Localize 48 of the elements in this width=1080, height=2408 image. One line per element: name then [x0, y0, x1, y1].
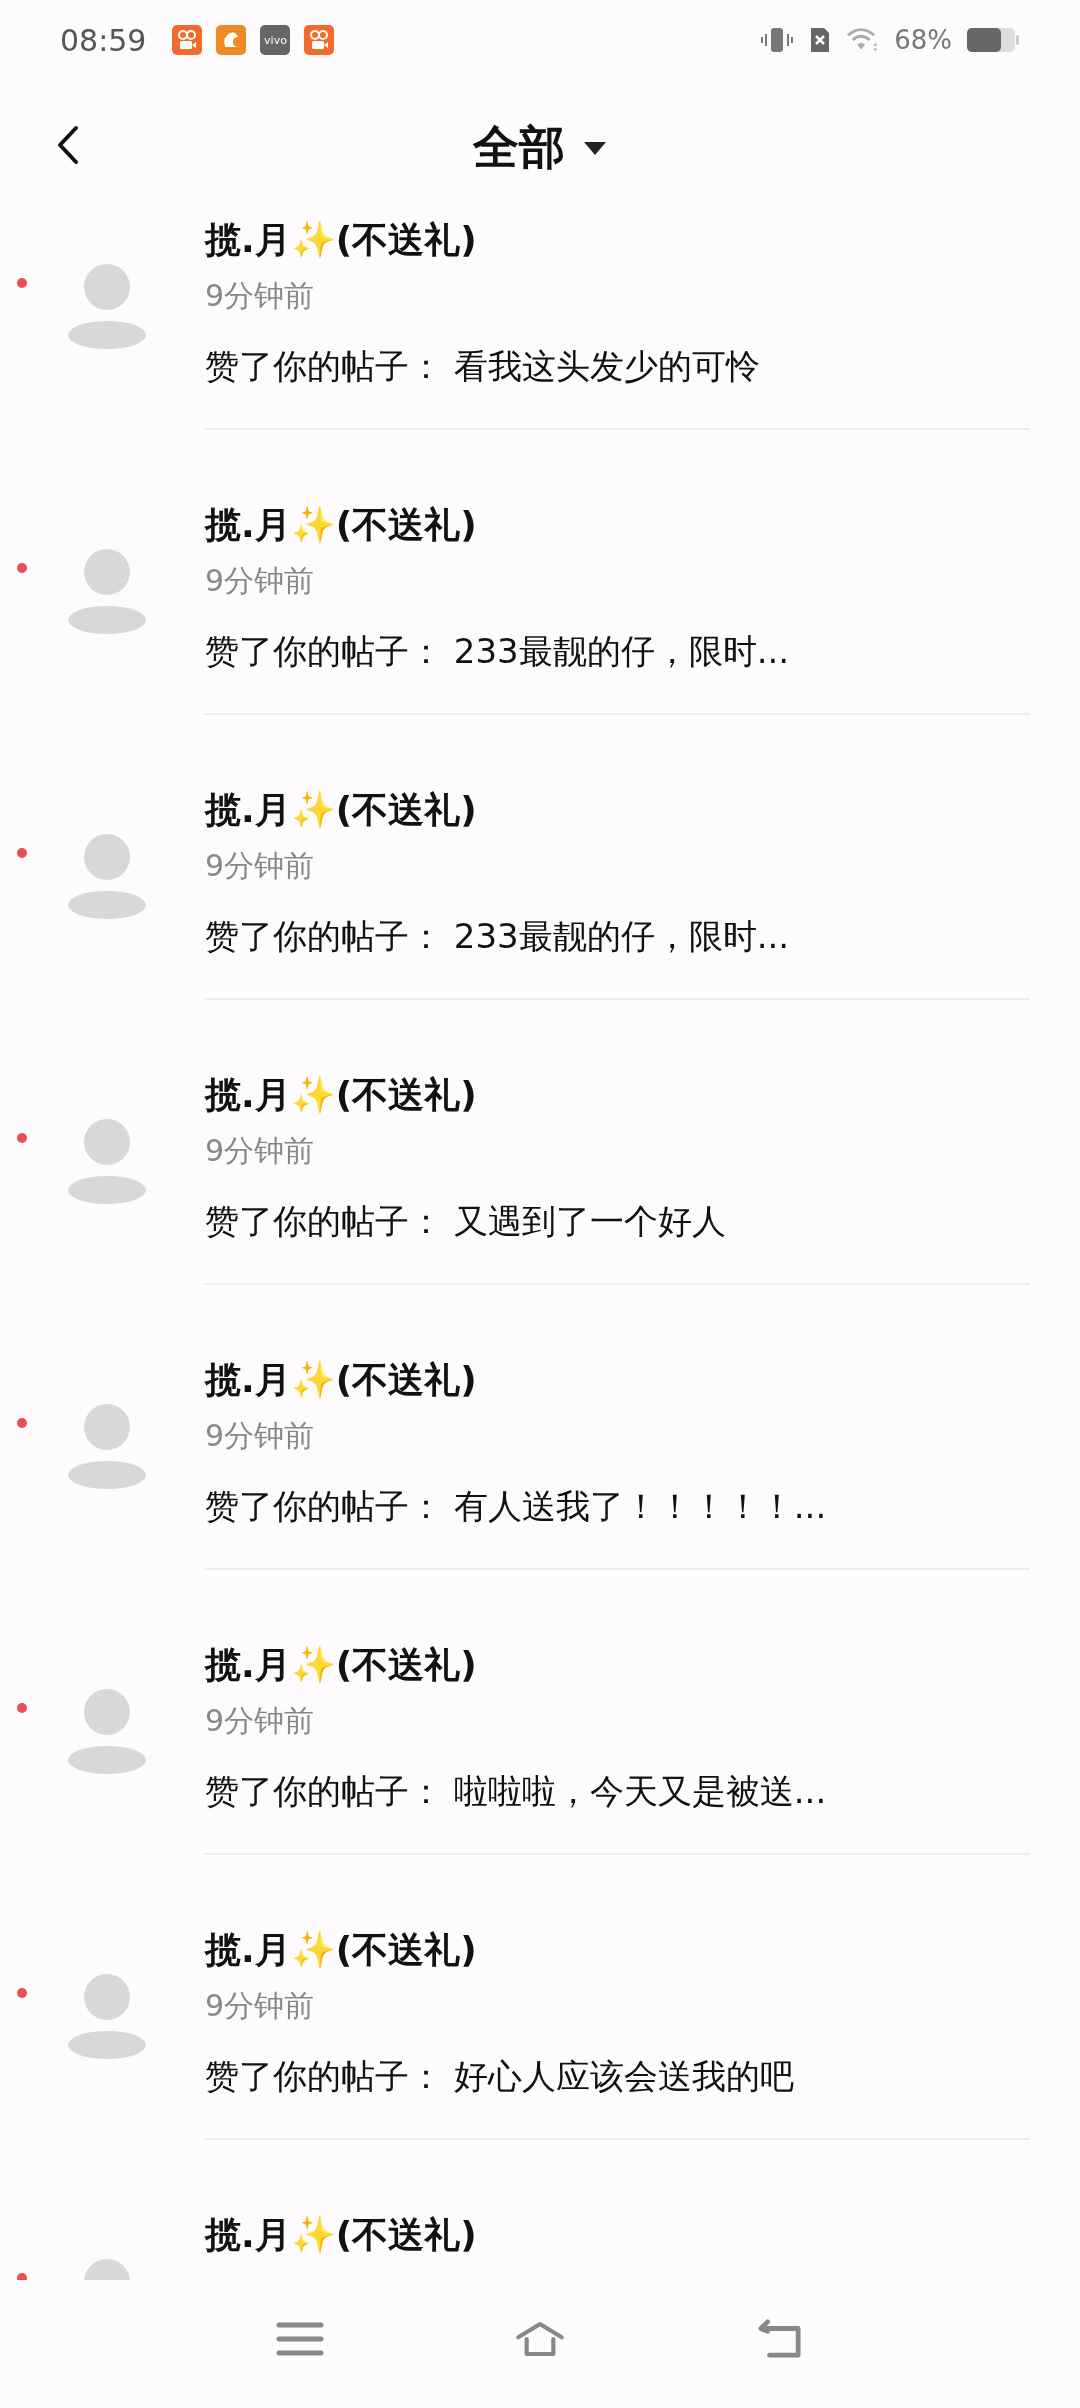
time-ago: 9分钟前	[205, 1132, 316, 1170]
avatar-icon	[67, 548, 147, 634]
battery-percentage: 68%	[894, 25, 952, 55]
user-name: 揽.月✨(不送礼)	[205, 2213, 478, 2257]
filter-dropdown[interactable]: 全部	[473, 116, 607, 179]
notification-message: 赞了你的帖子： 看我这头发少的可怜	[205, 345, 761, 388]
time-ago: 9分钟前	[205, 1417, 316, 1455]
user-name: 揽.月✨(不送礼)	[205, 1358, 478, 1402]
time-ago: 9分钟前	[205, 562, 316, 600]
time-ago: 9分钟前	[205, 277, 316, 315]
user-name: 揽.月✨(不送礼)	[205, 503, 478, 547]
avatar-icon	[67, 833, 147, 919]
status-time: 08:59	[60, 22, 147, 58]
caret-icon	[583, 139, 607, 156]
notification-message: 赞了你的帖子： 啦啦啦，今天又是被送...	[205, 1770, 828, 1813]
time-ago: 9分钟前	[205, 1987, 316, 2025]
notification-message: 赞了你的帖子： 233最靓的仔，限时...	[205, 915, 791, 958]
notification-message: 赞了你的帖子： 有人送我了！！！！！...	[205, 1485, 828, 1528]
notification-item[interactable]: 揽.月✨(不送礼) 9分钟前 赞了你的帖子： 233最靓的仔，限时...	[0, 785, 1080, 1070]
notification-message: 赞了你的帖子： 233最靓的仔，限时...	[205, 630, 791, 673]
vibrate-icon	[760, 25, 795, 55]
user-name: 揽.月✨(不送礼)	[205, 218, 478, 262]
user-name: 揽.月✨(不送礼)	[205, 788, 478, 832]
vivo-notification-icon: vivo	[260, 25, 291, 55]
avatar-icon	[67, 263, 147, 349]
notification-item[interactable]: 揽.月✨(不送礼) 9分钟前 赞了你的帖子： 有人送我了！！！！！...	[0, 1355, 1080, 1640]
battery-icon	[966, 26, 1020, 54]
notification-item[interactable]: 揽.月✨(不送礼) 9分钟前 赞了你的帖子： 好心人应该会送我的吧	[0, 1925, 1080, 2210]
avatar-icon	[67, 1688, 147, 1774]
back-icon[interactable]	[56, 125, 80, 165]
notification-item[interactable]: 揽.月✨(不送礼) 9分钟前 赞了你的帖子： 看我这头发少的可怜	[0, 215, 1080, 500]
user-name: 揽.月✨(不送礼)	[205, 1928, 478, 1972]
time-ago: 9分钟前	[205, 1702, 316, 1740]
user-name: 揽.月✨(不送礼)	[205, 1643, 478, 1687]
app-notification-icon	[304, 25, 335, 55]
avatar-icon	[67, 1403, 147, 1489]
notification-message: 赞了你的帖子： 好心人应该会送我的吧	[205, 2055, 795, 2098]
user-name: 揽.月✨(不送礼)	[205, 1073, 478, 1117]
app-notification-icon	[172, 25, 203, 55]
avatar-icon	[67, 1973, 147, 2059]
notification-message: 赞了你的帖子： 又遇到了一个好人	[205, 1200, 727, 1243]
notification-item[interactable]: 揽.月✨(不送礼)	[0, 2210, 1080, 2280]
notification-item[interactable]: 揽.月✨(不送礼) 9分钟前 赞了你的帖子： 又遇到了一个好人	[0, 1070, 1080, 1355]
app-notification-icon	[216, 25, 247, 55]
notification-item[interactable]: 揽.月✨(不送礼) 9分钟前 赞了你的帖子： 啦啦啦，今天又是被送...	[0, 1640, 1080, 1925]
avatar-icon	[67, 1118, 147, 1204]
notification-item[interactable]: 揽.月✨(不送礼) 9分钟前 赞了你的帖子： 233最靓的仔，限时...	[0, 500, 1080, 785]
time-ago: 9分钟前	[205, 847, 316, 885]
